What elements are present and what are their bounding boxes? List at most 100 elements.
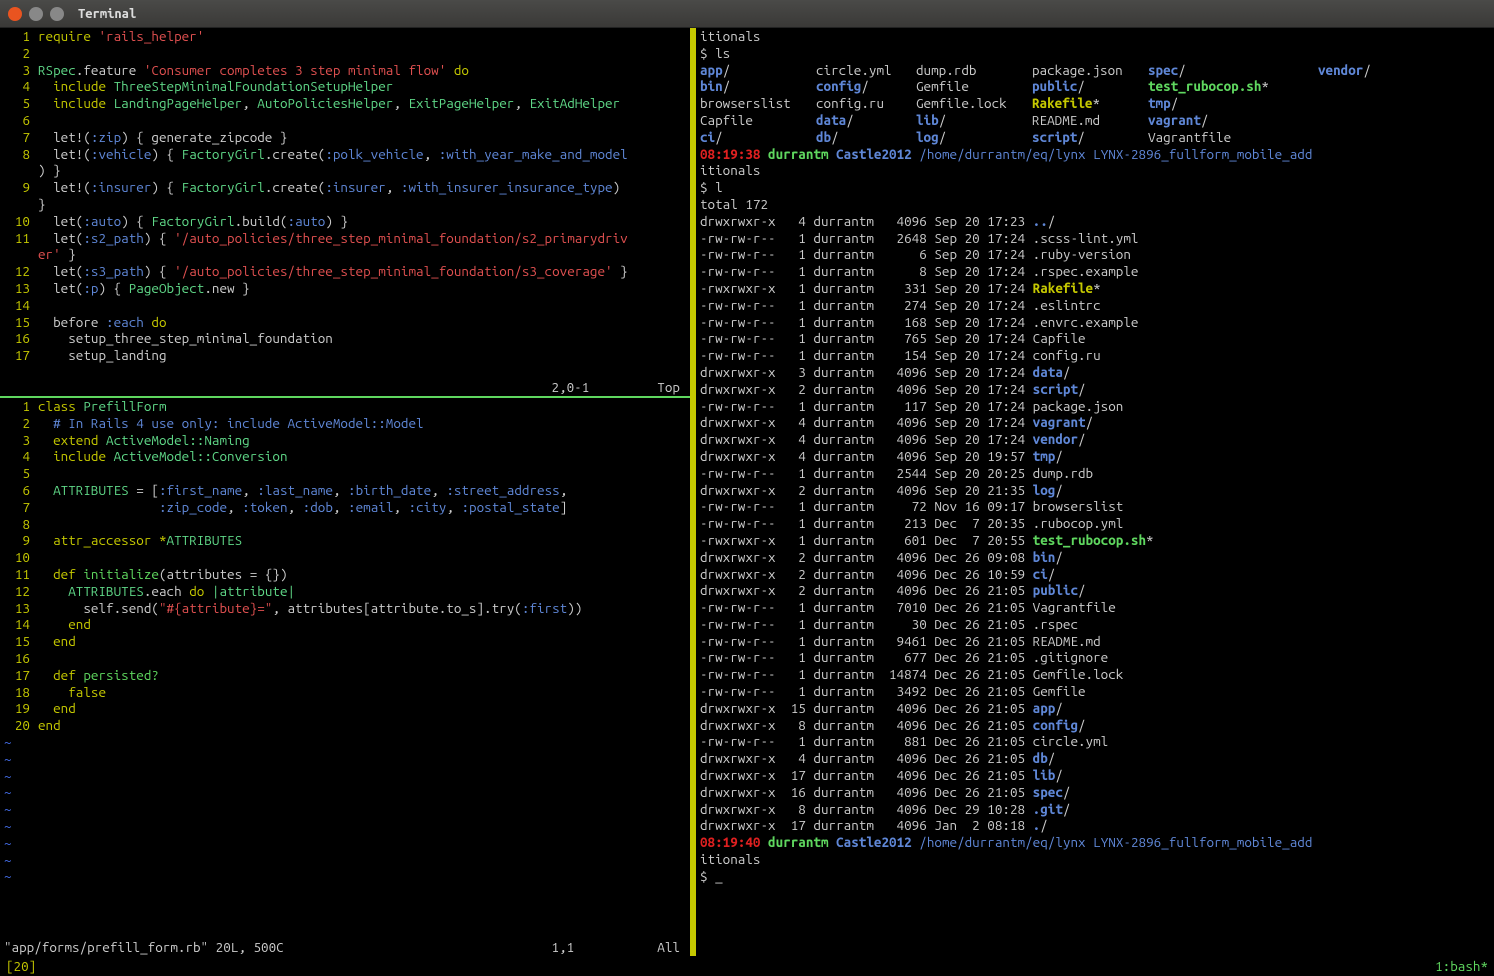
shell-prompt: $ _: [696, 868, 1494, 885]
ls-long-row: -rw-rw-r-- 1 durrantm 2544 Sep 20 20:25 …: [696, 465, 1494, 482]
code-line: 7 :zip_code, :token, :dob, :email, :city…: [0, 499, 690, 516]
ls-long-row: -rw-rw-r-- 1 durrantm 881 Dec 26 21:05 c…: [696, 733, 1494, 750]
ls-long-row: drwxrwxr-x 17 durrantm 4096 Jan 2 08:18 …: [696, 817, 1494, 834]
code-line: 11 let(:s2_path) { '/auto_policies/three…: [0, 230, 690, 247]
code-line: 2 # In Rails 4 use only: include ActiveM…: [0, 415, 690, 432]
code-line: 5 include LandingPageHelper, AutoPolicie…: [0, 95, 690, 112]
vim-tilde: ~: [0, 818, 690, 835]
code-line: 6: [0, 112, 690, 129]
code-line: 9 let!(:insurer) { FactoryGirl.create(:i…: [0, 179, 690, 196]
code-line: 10: [0, 549, 690, 566]
code-line: 8 let!(:vehicle) { FactoryGirl.create(:p…: [0, 146, 690, 163]
code-line: 16 setup_three_step_minimal_foundation: [0, 330, 690, 347]
code-line: 10 let(:auto) { FactoryGirl.build(:auto)…: [0, 213, 690, 230]
code-line: 16: [0, 650, 690, 667]
ls-long-row: -rw-rw-r-- 1 durrantm 30 Dec 26 21:05 .r…: [696, 616, 1494, 633]
shell-line: 08:19:38 durrantm Castle2012 /home/durra…: [696, 146, 1494, 163]
code-line: 14: [0, 297, 690, 314]
code-line: 3RSpec.feature 'Consumer completes 3 ste…: [0, 62, 690, 79]
ls-long-row: -rw-rw-r-- 1 durrantm 7010 Dec 26 21:05 …: [696, 599, 1494, 616]
ls-long-row: drwxrwxr-x 2 durrantm 4096 Dec 26 21:05 …: [696, 582, 1494, 599]
code-line: 20end: [0, 717, 690, 734]
ls-long-row: drwxrwxr-x 2 durrantm 4096 Dec 26 09:08 …: [696, 549, 1494, 566]
code-line: 3 extend ActiveModel::Naming: [0, 432, 690, 449]
shell-line: itionals: [696, 851, 1494, 868]
vim-tilde: ~: [0, 751, 690, 768]
ls-long-row: drwxrwxr-x 2 durrantm 4096 Sep 20 21:35 …: [696, 482, 1494, 499]
ls-long-row: -rw-rw-r-- 1 durrantm 677 Dec 26 21:05 .…: [696, 649, 1494, 666]
tmux-window: 1:bash*: [1435, 958, 1488, 974]
ls-long-row: -rwxrwxr-x 1 durrantm 331 Sep 20 17:24 R…: [696, 280, 1494, 297]
ls-long-row: -rw-rw-r-- 1 durrantm 765 Sep 20 17:24 C…: [696, 330, 1494, 347]
code-line: 4 include ThreeStepMinimalFoundationSetu…: [0, 78, 690, 95]
code-line: 9 attr_accessor *ATTRIBUTES: [0, 532, 690, 549]
minimize-icon[interactable]: [29, 7, 43, 21]
code-line: 7 let!(:zip) { generate_zipcode }: [0, 129, 690, 146]
code-line: 12 let(:s3_path) { '/auto_policies/three…: [0, 263, 690, 280]
shell-line: $ ls: [696, 45, 1494, 62]
vim-tilde: ~: [0, 784, 690, 801]
tmux-statusbar: [20] 1:bash*: [0, 956, 1494, 976]
ls-long-row: drwxrwxr-x 8 durrantm 4096 Dec 26 21:05 …: [696, 717, 1494, 734]
code-line: 4 include ActiveModel::Conversion: [0, 448, 690, 465]
vim-tilde: ~: [0, 801, 690, 818]
ls-long-row: -rw-rw-r-- 1 durrantm 274 Sep 20 17:24 .…: [696, 297, 1494, 314]
vim-pane-bottom[interactable]: 1class PrefillForm2 # In Rails 4 use onl…: [0, 398, 690, 956]
left-column: 1require 'rails_helper'23RSpec.feature '…: [0, 28, 690, 956]
code-line: er' }: [0, 246, 690, 263]
code-line: 5: [0, 465, 690, 482]
maximize-icon[interactable]: [50, 7, 64, 21]
code-line: 12 ATTRIBUTES.each do |attribute|: [0, 583, 690, 600]
vim-status-bot: 1,1 All: [545, 939, 686, 956]
code-line: 11 def initialize(attributes = {}): [0, 566, 690, 583]
ls-long-row: -rwxrwxr-x 1 durrantm 601 Dec 7 20:55 te…: [696, 532, 1494, 549]
vim-pane-top[interactable]: 1require 'rails_helper'23RSpec.feature '…: [0, 28, 690, 396]
code-line: 13 let(:p) { PageObject.new }: [0, 280, 690, 297]
code-line: 18 false: [0, 684, 690, 701]
code-line: ) }: [0, 162, 690, 179]
vim-tilde: ~: [0, 852, 690, 869]
vim-tilde: ~: [0, 868, 690, 885]
code-line: 19 end: [0, 700, 690, 717]
ls-long-row: drwxrwxr-x 2 durrantm 4096 Dec 26 10:59 …: [696, 566, 1494, 583]
code-line: 1require 'rails_helper': [0, 28, 690, 45]
window-buttons: [8, 7, 64, 21]
ls-long-row: drwxrwxr-x 17 durrantm 4096 Dec 26 21:05…: [696, 767, 1494, 784]
ls-long-row: drwxrwxr-x 3 durrantm 4096 Sep 20 17:24 …: [696, 364, 1494, 381]
ls-long-row: -rw-rw-r-- 1 durrantm 168 Sep 20 17:24 .…: [696, 314, 1494, 331]
ls-long-row: -rw-rw-r-- 1 durrantm 213 Dec 7 20:35 .r…: [696, 515, 1494, 532]
vim-file-info: "app/forms/prefill_form.rb" 20L, 500C: [4, 939, 284, 956]
code-line: 8: [0, 516, 690, 533]
ls-long-row: drwxrwxr-x 8 durrantm 4096 Dec 29 10:28 …: [696, 801, 1494, 818]
ls-long-row: -rw-rw-r-- 1 durrantm 154 Sep 20 17:24 c…: [696, 347, 1494, 364]
shell-line: 08:19:40 durrantm Castle2012 /home/durra…: [696, 834, 1494, 851]
shell-line: itionals: [696, 28, 1494, 45]
vim-tilde: ~: [0, 734, 690, 751]
code-line: 13 self.send("#{attribute}=", attributes…: [0, 600, 690, 617]
ls-long-row: drwxrwxr-x 4 durrantm 4096 Sep 20 19:57 …: [696, 448, 1494, 465]
ls-long-row: -rw-rw-r-- 1 durrantm 9461 Dec 26 21:05 …: [696, 633, 1494, 650]
ls-output: app/circle.ymldump.rdbpackage.jsonspec/v…: [696, 62, 1494, 146]
vim-tilde: ~: [0, 768, 690, 785]
code-line: 17 def persisted?: [0, 667, 690, 684]
code-line: 2: [0, 45, 690, 62]
ls-long-row: -rw-rw-r-- 1 durrantm 3492 Dec 26 21:05 …: [696, 683, 1494, 700]
shell-pane[interactable]: itionals$ lsapp/circle.ymldump.rdbpackag…: [696, 28, 1494, 956]
ls-long-row: -rw-rw-r-- 1 durrantm 8 Sep 20 17:24 .rs…: [696, 263, 1494, 280]
ls-long-row: drwxrwxr-x 16 durrantm 4096 Dec 26 21:05…: [696, 784, 1494, 801]
ls-long-row: -rw-rw-r-- 1 durrantm 2648 Sep 20 17:24 …: [696, 230, 1494, 247]
ls-long-row: drwxrwxr-x 2 durrantm 4096 Sep 20 17:24 …: [696, 381, 1494, 398]
shell-line: $ l: [696, 179, 1494, 196]
ls-long-row: drwxrwxr-x 4 durrantm 4096 Sep 20 17:24 …: [696, 414, 1494, 431]
close-icon[interactable]: [8, 7, 22, 21]
code-line: 14 end: [0, 616, 690, 633]
shell-line: total 172: [696, 196, 1494, 213]
window-titlebar: Terminal: [0, 0, 1494, 28]
window-title: Terminal: [78, 7, 136, 21]
ls-long-row: drwxrwxr-x 4 durrantm 4096 Sep 20 17:23 …: [696, 213, 1494, 230]
tmux-session: [20]: [6, 958, 36, 974]
vim-status-top: 2,0-1 Top: [545, 379, 686, 396]
ls-long-row: -rw-rw-r-- 1 durrantm 6 Sep 20 17:24 .ru…: [696, 246, 1494, 263]
terminal-body[interactable]: 1require 'rails_helper'23RSpec.feature '…: [0, 28, 1494, 956]
ls-long-row: -rw-rw-r-- 1 durrantm 14874 Dec 26 21:05…: [696, 666, 1494, 683]
